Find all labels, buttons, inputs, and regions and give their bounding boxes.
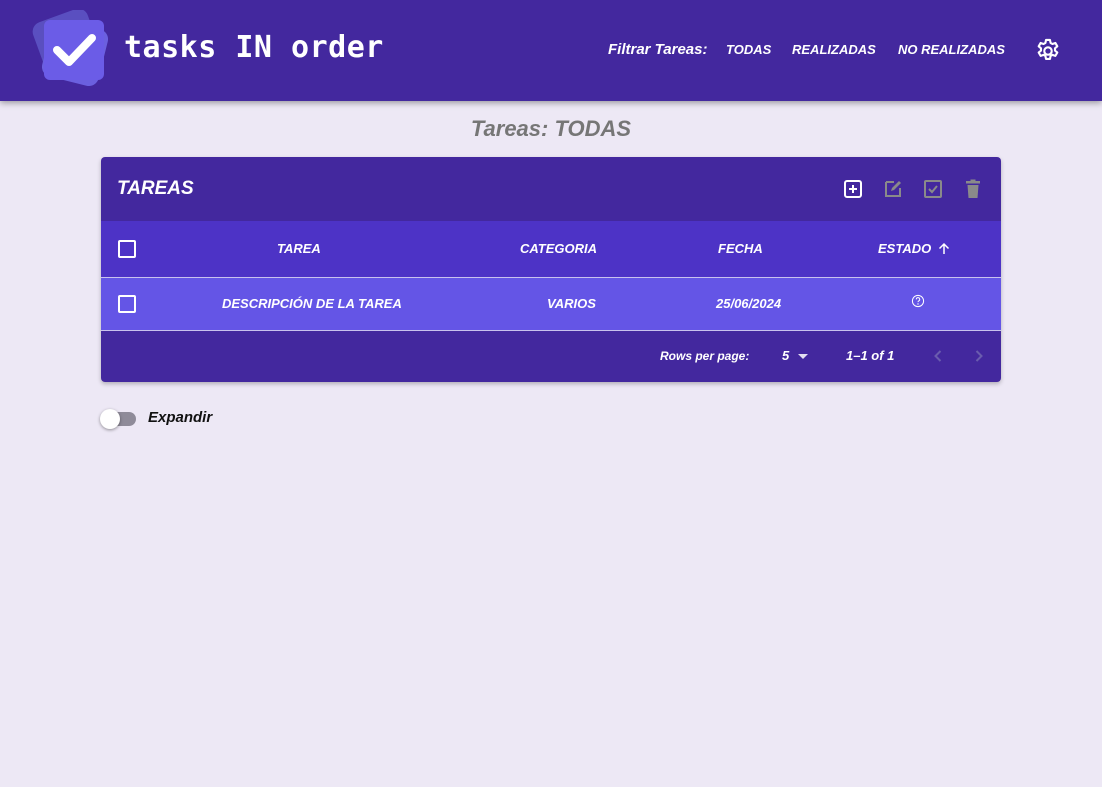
- filter-no-realizadas-button[interactable]: NO REALIZADAS: [898, 42, 1005, 57]
- app-bar: tasks IN order Filtrar Tareas: TODAS REA…: [0, 0, 1102, 101]
- add-box-icon[interactable]: [841, 177, 865, 201]
- edit-icon[interactable]: [881, 177, 905, 201]
- toggle-thumb: [100, 409, 120, 429]
- column-header-fecha[interactable]: FECHA: [718, 241, 763, 256]
- row-checkbox[interactable]: [118, 295, 136, 313]
- filter-label: Filtrar Tareas:: [608, 41, 708, 58]
- pagination-range: 1–1 of 1: [846, 348, 895, 363]
- page-heading: Tareas: TODAS: [470, 116, 632, 141]
- app-logo-icon: [32, 10, 108, 87]
- table-title: TAREAS: [117, 178, 194, 199]
- expand-label: Expandir: [148, 409, 213, 426]
- cell-categoria: VARIOS: [547, 296, 596, 311]
- next-page-icon[interactable]: [969, 346, 989, 366]
- app-title: tasks IN order: [124, 30, 384, 65]
- help-circle-icon: [911, 294, 925, 308]
- previous-page-icon[interactable]: [928, 346, 948, 366]
- filter-realizadas-button[interactable]: REALIZADAS: [792, 42, 876, 57]
- column-header-estado[interactable]: ESTADO: [878, 241, 931, 256]
- arrow-up-icon[interactable]: [936, 241, 952, 257]
- rows-per-page-select[interactable]: 5: [782, 347, 812, 365]
- table-row[interactable]: DESCRIPCIÓN DE LA TAREA VARIOS 25/06/202…: [101, 278, 1001, 331]
- gear-icon[interactable]: [1034, 37, 1062, 65]
- cell-tarea: DESCRIPCIÓN DE LA TAREA: [222, 296, 402, 311]
- cell-fecha: 25/06/2024: [716, 296, 782, 311]
- select-all-checkbox[interactable]: [118, 240, 136, 258]
- filter-todas-button[interactable]: TODAS: [726, 42, 771, 57]
- rows-per-page-value: 5: [782, 348, 790, 363]
- chevron-down-icon: [798, 354, 808, 359]
- expand-toggle[interactable]: [100, 409, 140, 429]
- check-box-icon[interactable]: [921, 177, 945, 201]
- table-pagination: Rows per page: 5 1–1 of 1: [101, 331, 1001, 382]
- tasks-table-card: TAREAS TAREA CATEGORIA FECHA ESTADO DESC…: [101, 157, 1001, 382]
- delete-icon[interactable]: [961, 177, 985, 201]
- rows-per-page-label: Rows per page:: [660, 349, 750, 363]
- column-header-categoria[interactable]: CATEGORIA: [520, 241, 597, 256]
- table-header-row: TAREA CATEGORIA FECHA ESTADO: [101, 221, 1001, 278]
- column-header-tarea[interactable]: TAREA: [277, 241, 321, 256]
